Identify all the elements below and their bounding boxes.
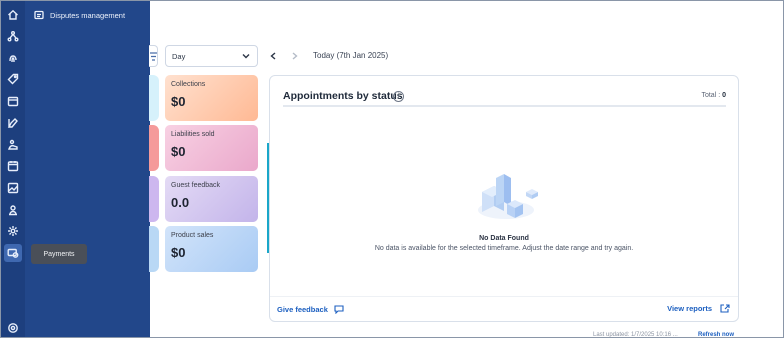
chevron-left-icon — [270, 52, 276, 60]
period-select[interactable]: Day — [165, 45, 258, 67]
total-value: 0 — [722, 92, 726, 99]
metric-label: Collections — [171, 81, 206, 88]
metric-value: $0 — [171, 94, 186, 109]
gear-cog-icon[interactable] — [4, 222, 22, 240]
metric-card-collections[interactable]: Collections $0 — [165, 75, 258, 121]
card-stub — [149, 75, 159, 121]
flyout-item-label: Disputes management — [50, 10, 126, 20]
calendar-check-icon[interactable] — [4, 92, 22, 110]
appointments-panel: Appointments by status i Total : 0 No Da… — [269, 75, 739, 322]
external-link-icon — [720, 304, 730, 313]
metric-value: 0.0 — [171, 195, 190, 210]
calendar-icon[interactable] — [4, 157, 22, 175]
hand-heart-icon[interactable] — [4, 136, 22, 154]
flyout-item-disputes[interactable]: Disputes management — [34, 10, 125, 20]
settings-icon[interactable] — [4, 319, 22, 337]
chevron-right-icon — [292, 52, 298, 60]
image-icon[interactable] — [4, 179, 22, 197]
empty-state-illustration — [478, 174, 538, 219]
icon-rail — [1, 1, 25, 337]
panel-divider — [283, 105, 726, 107]
date-label: Today (7th Jan 2025) — [313, 51, 389, 60]
view-reports-link[interactable]: View reports — [667, 304, 730, 313]
chevron-down-icon — [242, 54, 250, 59]
app-window: Disputes management Payments Day Today (… — [0, 0, 784, 338]
disputes-icon — [34, 10, 44, 20]
period-select-value: Day — [172, 51, 186, 61]
filter-icon — [150, 52, 157, 61]
info-icon[interactable]: i — [393, 91, 404, 102]
metric-label: Product sales — [171, 232, 214, 239]
network-icon[interactable] — [4, 27, 22, 45]
card-stub — [149, 176, 159, 222]
view-reports-label: View reports — [667, 304, 712, 313]
total-label: Total : — [701, 92, 723, 99]
tag-icon[interactable] — [4, 70, 22, 88]
payments-tooltip: Payments — [31, 244, 87, 264]
prev-date-button[interactable] — [268, 50, 278, 62]
refresh-link[interactable]: Refresh now — [698, 332, 734, 337]
empty-state-title: No Data Found — [479, 235, 529, 242]
panel-title: Appointments by status — [283, 90, 403, 102]
metric-value: $0 — [171, 144, 186, 159]
card-stub — [149, 125, 159, 171]
next-date-button[interactable] — [290, 50, 300, 62]
user-badge-icon[interactable] — [4, 201, 22, 219]
panel-footer-divider — [270, 296, 738, 297]
metric-label: Guest feedback — [171, 182, 221, 189]
card-stub — [149, 226, 159, 272]
rocket-icon[interactable] — [4, 114, 22, 132]
payments-icon[interactable] — [4, 244, 22, 262]
home-icon[interactable] — [4, 6, 22, 24]
empty-state-description: No data is available for the selected ti… — [374, 245, 634, 252]
give-feedback-link[interactable]: Give feedback — [277, 305, 344, 314]
metric-value: $0 — [171, 245, 186, 260]
feedback-icon — [334, 305, 344, 314]
total-count: Total : 0 — [701, 92, 726, 99]
flyout-panel: Disputes management — [25, 1, 150, 337]
metric-card-product-sales[interactable]: Product sales $0 — [165, 226, 258, 272]
filter-button[interactable] — [149, 45, 158, 67]
fingerprint-icon[interactable] — [4, 49, 22, 67]
last-updated-text: Last updated: 1/7/2025 10:16 ... — [593, 332, 678, 338]
metric-card-guest-feedback[interactable]: Guest feedback 0.0 — [165, 176, 258, 222]
give-feedback-label: Give feedback — [277, 305, 328, 314]
metric-label: Liabilities sold — [171, 131, 215, 138]
metric-card-liabilities[interactable]: Liabilities sold $0 — [165, 125, 258, 171]
